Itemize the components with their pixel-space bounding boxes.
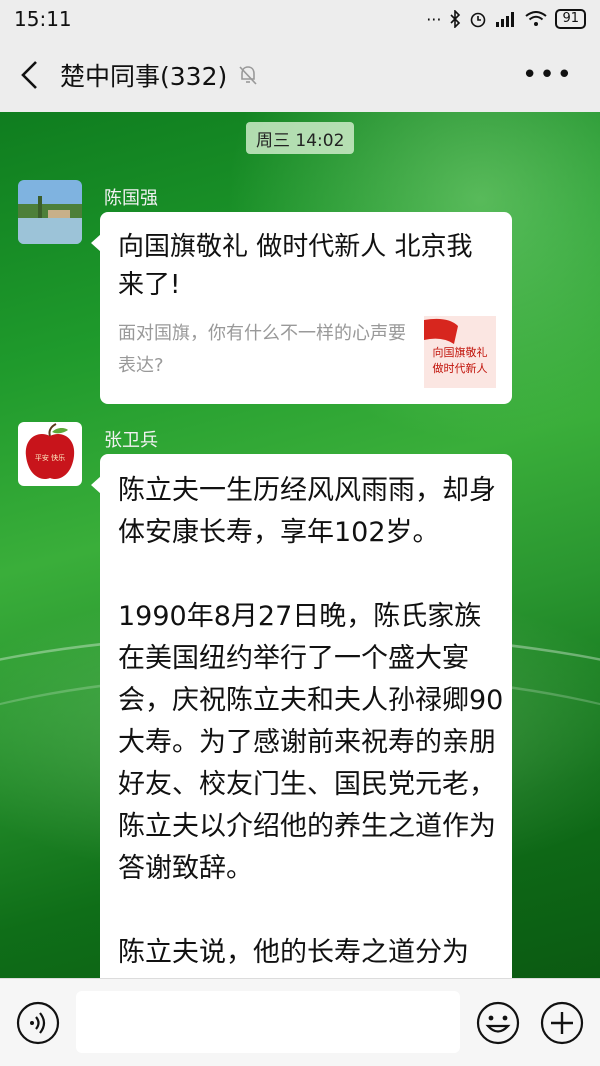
chat-header: 楚中同事(332) ••• xyxy=(0,38,600,112)
lake-photo-icon xyxy=(18,180,82,244)
more-options-button[interactable]: ••• xyxy=(522,62,574,88)
message-text: 陈立夫一生历经风风雨雨，却身体安康长寿，享年102岁。 1990年8月27日晚，… xyxy=(118,475,504,968)
status-bar: 15:11 ··· 91 xyxy=(0,0,600,38)
link-card-thumbnail: 向国旗敬礼 做时代新人 xyxy=(424,316,496,388)
emoji-button[interactable] xyxy=(476,1001,520,1045)
more-functions-button[interactable] xyxy=(540,1001,584,1045)
alarm-icon xyxy=(471,12,486,28)
status-icons: ··· 91 xyxy=(426,9,586,29)
chat-title: 楚中同事(332) xyxy=(60,62,228,91)
avatar[interactable]: 平安 快乐 xyxy=(18,422,82,486)
link-card-title: 向国旗敬礼 做时代新人 北京我来了! xyxy=(118,232,473,300)
status-time: 15:11 xyxy=(14,7,72,31)
thumb-line2: 做时代新人 xyxy=(433,361,488,375)
sender-name: 陈国强 xyxy=(104,188,158,209)
battery-indicator: 91 xyxy=(555,9,586,29)
link-card-bubble[interactable]: 向国旗敬礼 做时代新人 北京我来了! 面对国旗，你有什么不一样的心声要表达? 向… xyxy=(91,212,512,404)
chat-area[interactable]: 周三 14:02 陈国强 向国旗敬礼 做时代新人 北京我来了! 面对国旗，你有什… xyxy=(0,112,600,978)
notification-dots-icon: ··· xyxy=(426,9,442,29)
back-button[interactable] xyxy=(0,38,60,112)
voice-icon xyxy=(16,1001,60,1045)
voice-input-button[interactable] xyxy=(16,1001,60,1045)
wifi-icon xyxy=(525,11,548,26)
link-card-description: 面对国旗，你有什么不一样的心声要表达? xyxy=(118,323,406,376)
sender-name: 张卫兵 xyxy=(104,430,158,451)
mute-bell-icon xyxy=(239,66,257,85)
avatar[interactable] xyxy=(18,180,82,244)
avatar-text: 平安 快乐 xyxy=(35,453,65,462)
text-message-bubble[interactable]: 陈立夫一生历经风风雨雨，却身体安康长寿，享年102岁。 1990年8月27日晚，… xyxy=(91,454,512,978)
bluetooth-icon xyxy=(450,10,461,28)
apple-avatar-icon: 平安 快乐 xyxy=(18,422,82,486)
message-input[interactable] xyxy=(76,991,460,1053)
plus-icon xyxy=(540,1001,584,1045)
input-bar xyxy=(0,978,600,1066)
chevron-left-icon xyxy=(21,61,37,89)
emoji-icon xyxy=(476,1001,520,1045)
signal-icon xyxy=(496,12,515,27)
message-timestamp: 周三 14:02 xyxy=(246,122,355,154)
thumb-line1: 向国旗敬礼 xyxy=(433,345,488,359)
